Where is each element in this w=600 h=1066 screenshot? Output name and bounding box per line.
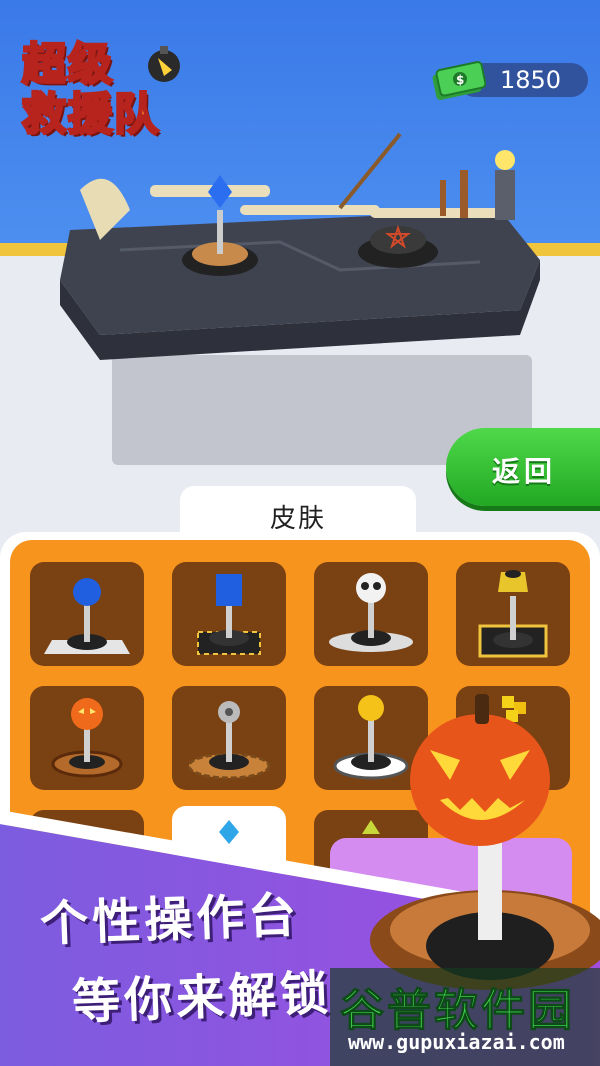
promo-line-2: 等你来解锁 — [71, 965, 334, 1031]
tab-skin[interactable]: 皮肤 — [180, 486, 416, 548]
watermark: 谷普软件园 www.gupuxiazai.com — [330, 968, 600, 1066]
back-button[interactable]: 返回 — [446, 428, 600, 506]
skin-item-gear[interactable] — [172, 686, 286, 790]
control-table-scene — [60, 132, 540, 465]
skin-item-blue-ball[interactable] — [30, 562, 144, 666]
skin-item-blue-block[interactable] — [172, 562, 286, 666]
back-button-label: 返回 — [492, 455, 557, 488]
currency-amount: 1850 — [500, 66, 562, 94]
skin-item-pumpkin[interactable] — [30, 686, 144, 790]
watermark-title: 谷普软件园 — [340, 985, 575, 1037]
skin-item-yellow-hex[interactable] — [456, 562, 570, 666]
pumpkin-joystick-icon — [51, 698, 123, 778]
tab-skin-label: 皮肤 — [269, 504, 326, 534]
skin-item-skeleton[interactable] — [314, 562, 428, 666]
cash-icon: $ — [432, 61, 486, 100]
watermark-url: www.gupuxiazai.com — [348, 1030, 565, 1054]
currency-display: $ 1850 — [430, 60, 590, 100]
gear-joystick-icon — [187, 701, 271, 780]
yellow-hex-joystick-icon — [478, 570, 548, 658]
svg-text:$: $ — [456, 73, 464, 87]
skeleton-joystick-icon — [329, 573, 413, 652]
logo-bomb-icon — [148, 46, 180, 82]
blue-ball-joystick-icon — [44, 578, 130, 654]
promo-line-1: 个性操作台 — [39, 887, 302, 953]
blue-block-joystick-icon — [197, 574, 261, 655]
